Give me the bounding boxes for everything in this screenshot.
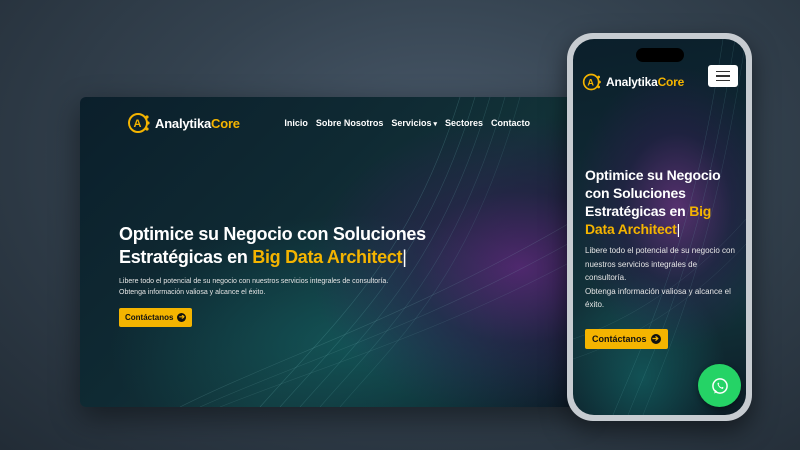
main-nav: Inicio Sobre Nosotros Servicios ▾ Sectore… [284,118,530,128]
nav-item-servicios[interactable]: Servicios ▾ [391,118,437,128]
hero-title: Optimice su Negocio con Soluciones Estra… [119,224,426,267]
mobile-hero-description: Libere todo el potencial de su negocio c… [585,246,735,309]
hero-title-highlight: Big Data Architect [252,247,403,267]
arrow-right-circle-icon: ➔ [177,313,187,322]
contact-button[interactable]: Contáctanos ➔ [119,308,193,327]
typing-cursor: | [402,247,407,267]
mobile-hero-title: Optimice su Negocio con Soluciones Estra… [585,167,721,237]
nav-item-contacto[interactable]: Contacto [491,118,530,128]
svg-text:A: A [134,118,142,130]
mobile-brand-name: AnalytikaCore [606,75,685,89]
mobile-typing-cursor: | [676,221,681,237]
hero-description: Libere todo el potencial de su negocio c… [119,278,389,296]
mobile-contact-button-label: Contáctanos [592,334,647,344]
hamburger-menu-icon[interactable] [708,65,738,87]
mobile-screen: A AnalytikaCore Optimice su Negocio con … [573,39,746,415]
nav-item-sectores[interactable]: Sectores [445,118,483,128]
chevron-down-icon: ▾ [433,121,437,128]
desktop-preview: A AnalytikaCore Inicio Sobre Nosotros Se… [80,97,580,407]
phone-notch [636,48,684,62]
mobile-preview: A AnalytikaCore Optimice su Negocio con … [567,33,752,421]
analytika-logo-icon: A [582,73,601,91]
arrow-right-circle-icon: ➔ [650,334,661,344]
brand-name: AnalytikaCore [155,115,240,131]
hero-section: Optimice su Negocio con Soluciones Estra… [119,223,459,298]
analytika-logo-icon: A [128,113,150,133]
brand-logo[interactable]: A AnalytikaCore [127,111,240,135]
whatsapp-icon [711,377,728,394]
nav-item-servicios-label: Servicios [391,118,432,128]
mobile-hero-section: Optimice su Negocio con Soluciones Estra… [585,166,740,312]
whatsapp-button[interactable] [698,364,741,407]
nav-item-sobre-nosotros[interactable]: Sobre Nosotros [316,118,384,128]
nav-item-inicio[interactable]: Inicio [284,118,308,128]
mobile-contact-button[interactable]: Contáctanos ➔ [585,329,668,349]
svg-text:A: A [587,77,594,87]
mobile-brand-logo[interactable]: A AnalytikaCore [582,72,684,92]
contact-button-label: Contáctanos [125,313,174,322]
